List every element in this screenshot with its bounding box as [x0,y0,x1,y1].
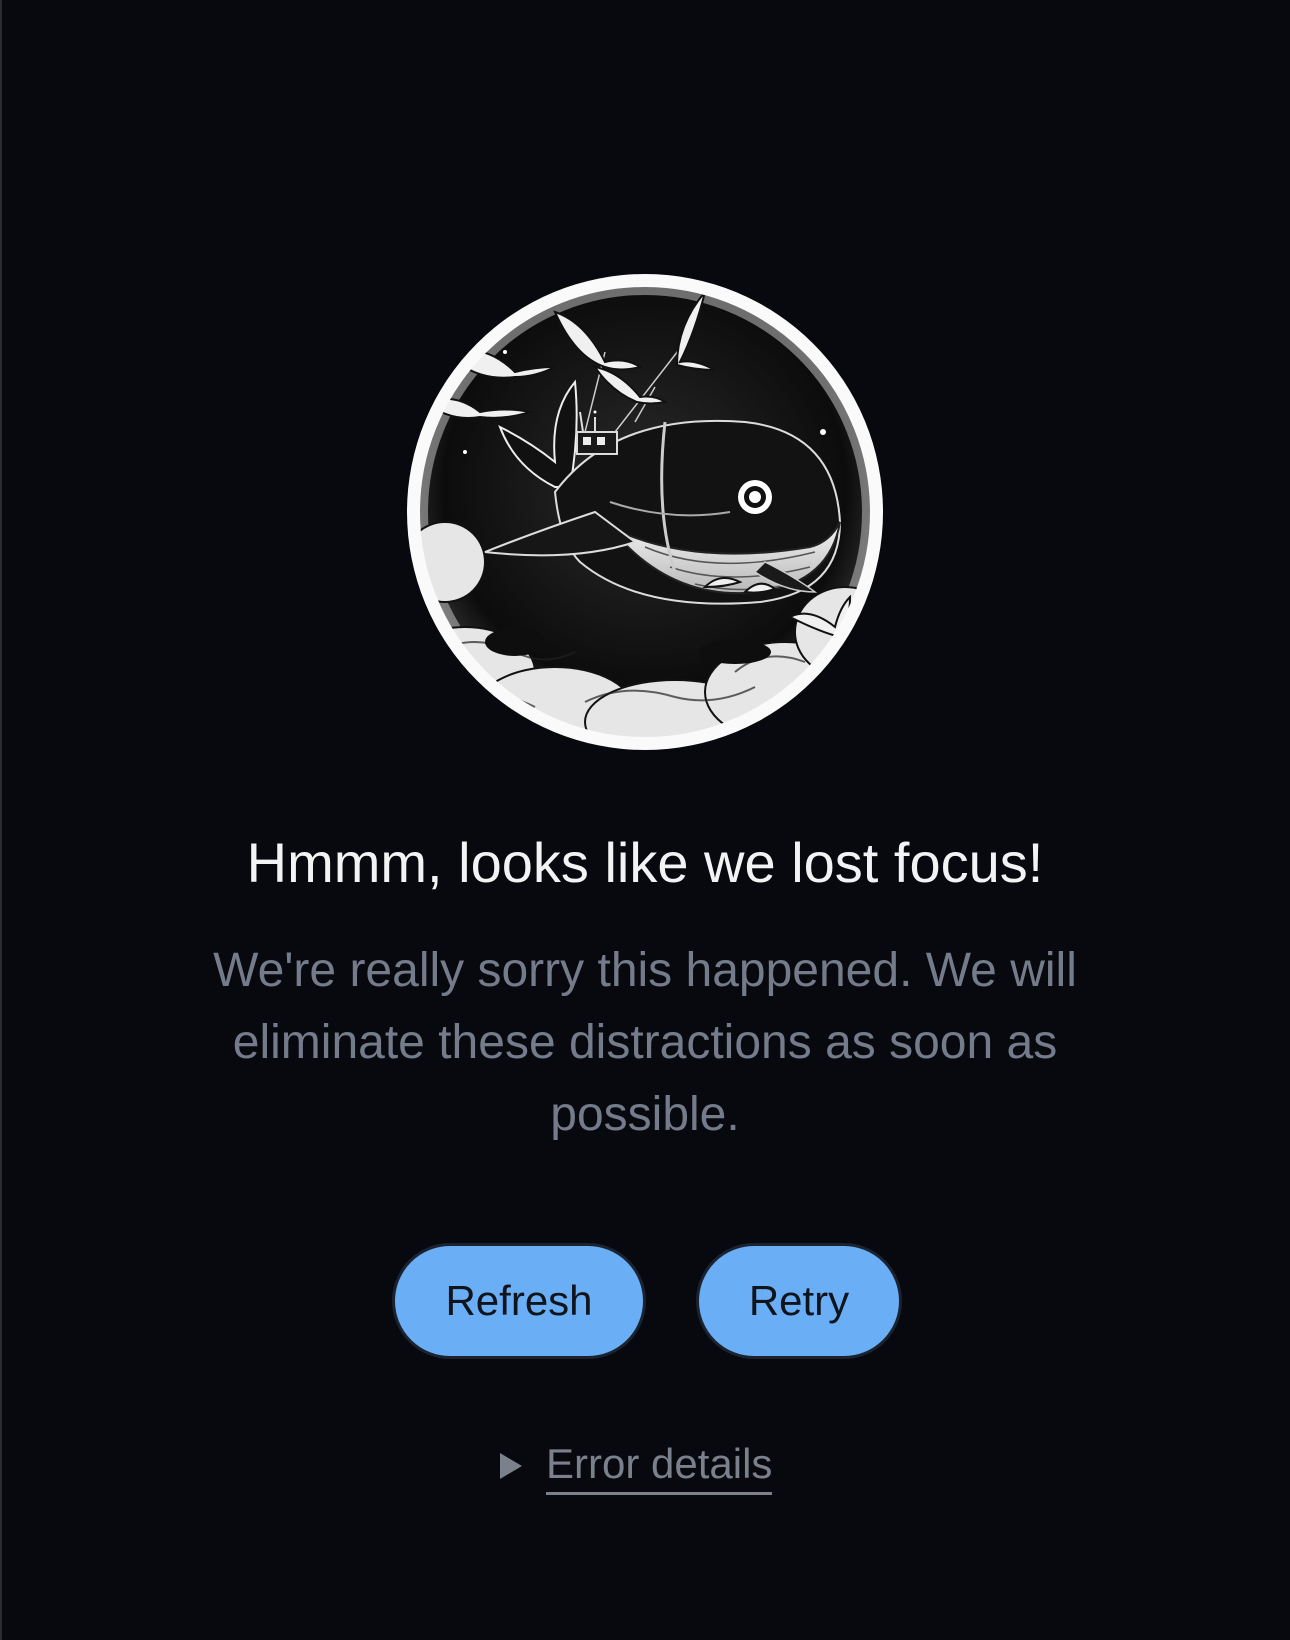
error-title: Hmmm, looks like we lost focus! [246,831,1044,894]
error-details-toggle[interactable]: Error details [500,1436,773,1496]
triangle-right-icon [500,1453,522,1479]
window-edge [0,0,2,1640]
refresh-button[interactable]: Refresh [392,1243,646,1359]
error-details-label: Error details [546,1438,773,1495]
retry-button[interactable]: Retry [696,1243,902,1359]
flying-whale-illustration [405,272,885,752]
error-message: We're really sorry this happened. We wil… [213,944,1077,1141]
